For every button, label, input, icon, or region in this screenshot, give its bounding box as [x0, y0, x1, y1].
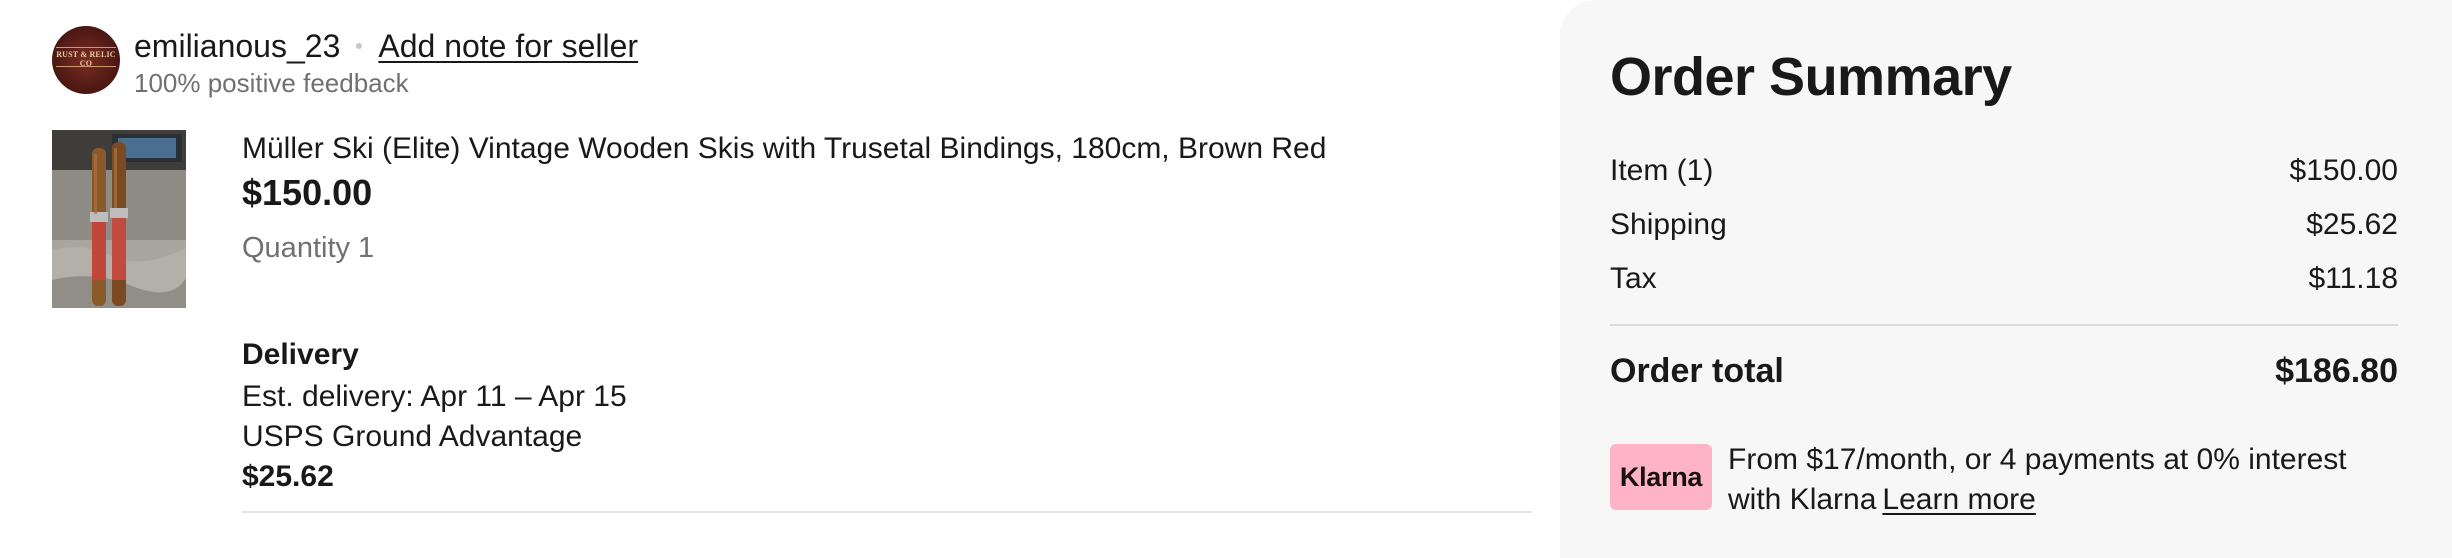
delivery-estimate: Est. delivery: Apr 11 – Apr 15: [242, 380, 627, 413]
summary-divider: [1610, 324, 2398, 326]
klarna-text-line2: with Klarna: [1728, 483, 1877, 516]
summary-line-label: Tax: [1610, 262, 1657, 295]
klarna-logo-icon: Klarna: [1610, 444, 1712, 510]
delivery-heading: Delivery: [242, 338, 359, 371]
summary-line-value: $25.62: [2306, 208, 2398, 241]
delivery-service: USPS Ground Advantage: [242, 420, 583, 453]
summary-lines: Item (1) $150.00 Shipping $25.62 Tax $11…: [1610, 144, 2398, 306]
order-summary-title: Order Summary: [1610, 47, 2012, 107]
seller-header: RUST & RELIC CO emilianous_23 Add note f…: [52, 26, 638, 99]
skis-photo: [52, 130, 186, 308]
summary-line-item: Item (1) $150.00: [1610, 144, 2398, 198]
separator-dot: [356, 43, 363, 49]
summary-line-label: Item (1): [1610, 154, 1714, 187]
order-total-row: Order total $186.80: [1610, 352, 2398, 391]
avatar-logo-text: RUST & RELIC CO: [56, 50, 116, 68]
klarna-text-line1: From $17/month, or 4 payments at 0% inte…: [1728, 443, 2347, 476]
item-thumbnail[interactable]: [52, 130, 186, 308]
klarna-offer: Klarna From $17/month, or 4 payments at …: [1610, 440, 2398, 520]
summary-line-label: Shipping: [1610, 208, 1727, 241]
order-total-value: $186.80: [2275, 352, 2398, 390]
summary-line-value: $150.00: [2289, 154, 2398, 187]
item-price: $150.00: [242, 172, 373, 213]
order-summary-panel: Order Summary Item (1) $150.00 Shipping …: [1560, 0, 2452, 558]
klarna-text: From $17/month, or 4 payments at 0% inte…: [1728, 440, 2347, 520]
summary-line-shipping: Shipping $25.62: [1610, 198, 2398, 252]
item-quantity: Quantity 1: [242, 232, 375, 264]
delivery-price: $25.62: [242, 460, 334, 493]
klarna-learn-more-link[interactable]: Learn more: [1882, 483, 2035, 516]
item-details: Müller Ski (Elite) Vintage Wooden Skis w…: [242, 132, 1326, 265]
klarna-text-line2-row: with Klarna Learn more: [1728, 480, 2347, 520]
item-divider: [242, 511, 1532, 513]
delivery-section: Delivery Est. delivery: Apr 11 – Apr 15 …: [242, 338, 627, 494]
summary-line-tax: Tax $11.18: [1610, 252, 2398, 306]
seller-feedback: 100% positive feedback: [134, 68, 409, 98]
seller-avatar[interactable]: RUST & RELIC CO: [52, 26, 120, 94]
seller-info: emilianous_23 Add note for seller 100% p…: [134, 26, 638, 99]
add-note-for-seller-link[interactable]: Add note for seller: [378, 28, 638, 65]
seller-name-row: emilianous_23 Add note for seller: [134, 26, 638, 66]
summary-line-value: $11.18: [2308, 262, 2398, 295]
item-title[interactable]: Müller Ski (Elite) Vintage Wooden Skis w…: [242, 132, 1326, 166]
seller-name[interactable]: emilianous_23: [134, 28, 340, 65]
order-total-label: Order total: [1610, 352, 1784, 390]
